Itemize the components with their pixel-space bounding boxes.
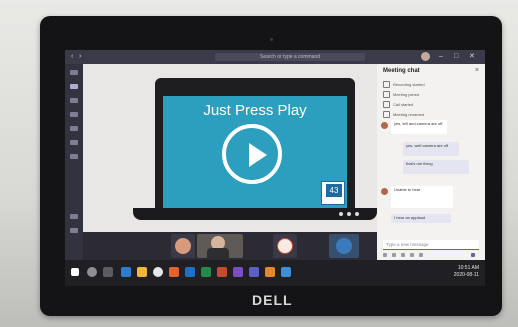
compose-toolbar bbox=[383, 252, 479, 258]
chat-event: Meeting joined bbox=[383, 90, 479, 99]
participant-tile[interactable] bbox=[329, 234, 359, 258]
avatar bbox=[277, 238, 293, 254]
join-icon bbox=[383, 91, 390, 99]
participant-tile[interactable] bbox=[273, 234, 297, 258]
event-text: Recording started bbox=[393, 82, 425, 87]
windows-taskbar: 10:51 AM 2020-08-11 bbox=[65, 260, 485, 286]
chat-event: Meeting renamed bbox=[383, 110, 479, 119]
app-icon[interactable] bbox=[265, 267, 275, 277]
chat-title: Meeting chat bbox=[383, 68, 420, 74]
slide-title: Just Press Play bbox=[203, 102, 307, 119]
laptop-screen: ‹ › Search or type a command – □ ✕ Just … bbox=[65, 50, 485, 286]
meeting-stage: Just Press Play 43 REC bbox=[83, 64, 377, 260]
maximize-button[interactable]: □ bbox=[454, 52, 458, 61]
office-icon[interactable] bbox=[217, 267, 227, 277]
call-icon bbox=[383, 101, 390, 109]
chat-message-own: that's me fixing bbox=[403, 160, 469, 174]
windows-start-icon[interactable] bbox=[71, 268, 79, 276]
send-icon[interactable] bbox=[471, 253, 475, 257]
event-text: Meeting joined bbox=[393, 92, 420, 97]
chat-message: yes, left and camera are off bbox=[391, 120, 447, 134]
emoji-icon[interactable] bbox=[401, 253, 405, 257]
task-view-icon[interactable] bbox=[103, 267, 113, 277]
webcam bbox=[270, 38, 273, 41]
laptop-illustration-base bbox=[133, 208, 377, 220]
chat-message: Unable to hear bbox=[391, 186, 453, 208]
chat-event: Call started bbox=[383, 100, 479, 109]
avatar bbox=[336, 238, 352, 254]
edit-icon bbox=[383, 111, 390, 119]
avatar bbox=[175, 238, 191, 254]
clock-time: 10:51 AM bbox=[457, 265, 479, 271]
calendar-icon[interactable] bbox=[70, 126, 78, 131]
event-text: Meeting renamed bbox=[393, 112, 425, 117]
close-window-button[interactable]: ✕ bbox=[469, 52, 475, 61]
teams-taskbar-icon[interactable] bbox=[249, 267, 259, 277]
forward-icon[interactable]: › bbox=[79, 52, 81, 61]
file-explorer-icon[interactable] bbox=[137, 267, 147, 277]
format-icon[interactable] bbox=[383, 253, 387, 257]
assignments-icon[interactable] bbox=[70, 112, 78, 117]
sticker-icon[interactable] bbox=[419, 253, 423, 257]
apps-icon[interactable] bbox=[70, 214, 78, 219]
shared-slide: Just Press Play 43 bbox=[163, 96, 347, 208]
number-badge: 43 bbox=[321, 181, 345, 205]
edge-icon[interactable] bbox=[121, 267, 131, 277]
chat-message-own: yes, well camera are off bbox=[403, 142, 459, 156]
search-icon[interactable] bbox=[87, 267, 97, 277]
gif-icon[interactable] bbox=[410, 253, 414, 257]
excel-icon[interactable] bbox=[201, 267, 211, 277]
chat-message-own: I hear an applaud bbox=[391, 214, 451, 223]
calls-icon[interactable] bbox=[70, 140, 78, 145]
slide-dot bbox=[355, 212, 359, 216]
person-body bbox=[207, 248, 229, 258]
chrome-icon[interactable] bbox=[153, 267, 163, 277]
clock-date: 2020-08-11 bbox=[453, 272, 479, 278]
record-icon bbox=[383, 81, 390, 89]
participant-strip bbox=[83, 232, 377, 260]
chat-event: Recording started bbox=[383, 80, 479, 89]
dell-logo: DELL bbox=[252, 292, 293, 308]
chat-icon[interactable] bbox=[70, 84, 78, 89]
app-icon[interactable] bbox=[281, 267, 291, 277]
play-icon bbox=[249, 143, 267, 167]
event-text: Call started bbox=[393, 102, 414, 107]
badge-number: 43 bbox=[326, 184, 342, 197]
teams-app-rail bbox=[65, 64, 83, 260]
attach-icon[interactable] bbox=[392, 253, 396, 257]
onenote-icon[interactable] bbox=[233, 267, 243, 277]
minimize-button[interactable]: – bbox=[439, 52, 443, 61]
word-icon[interactable] bbox=[185, 267, 195, 277]
close-chat-button[interactable]: × bbox=[475, 67, 479, 74]
compose-message-input[interactable]: Type a new message bbox=[383, 240, 479, 250]
slide-dot bbox=[347, 212, 351, 216]
participant-video[interactable] bbox=[197, 234, 243, 258]
teams-icon[interactable] bbox=[70, 98, 78, 103]
avatar bbox=[381, 188, 388, 195]
avatar bbox=[381, 122, 388, 129]
play-circle-icon bbox=[222, 124, 282, 184]
system-clock[interactable]: 10:51 AM 2020-08-11 bbox=[454, 265, 479, 279]
activity-icon[interactable] bbox=[70, 70, 78, 75]
slide-dot bbox=[339, 212, 343, 216]
teams-title-bar: ‹ › Search or type a command – □ ✕ bbox=[65, 50, 485, 64]
powerpoint-icon[interactable] bbox=[169, 267, 179, 277]
participant-tile[interactable] bbox=[171, 234, 195, 258]
profile-avatar[interactable] bbox=[421, 52, 430, 61]
search-input[interactable]: Search or type a command bbox=[215, 53, 365, 61]
files-icon[interactable] bbox=[70, 154, 78, 159]
back-icon[interactable]: ‹ bbox=[71, 52, 73, 61]
meeting-chat-panel: Meeting chat × Recording started Meeting… bbox=[377, 64, 485, 260]
help-icon[interactable] bbox=[70, 228, 78, 233]
